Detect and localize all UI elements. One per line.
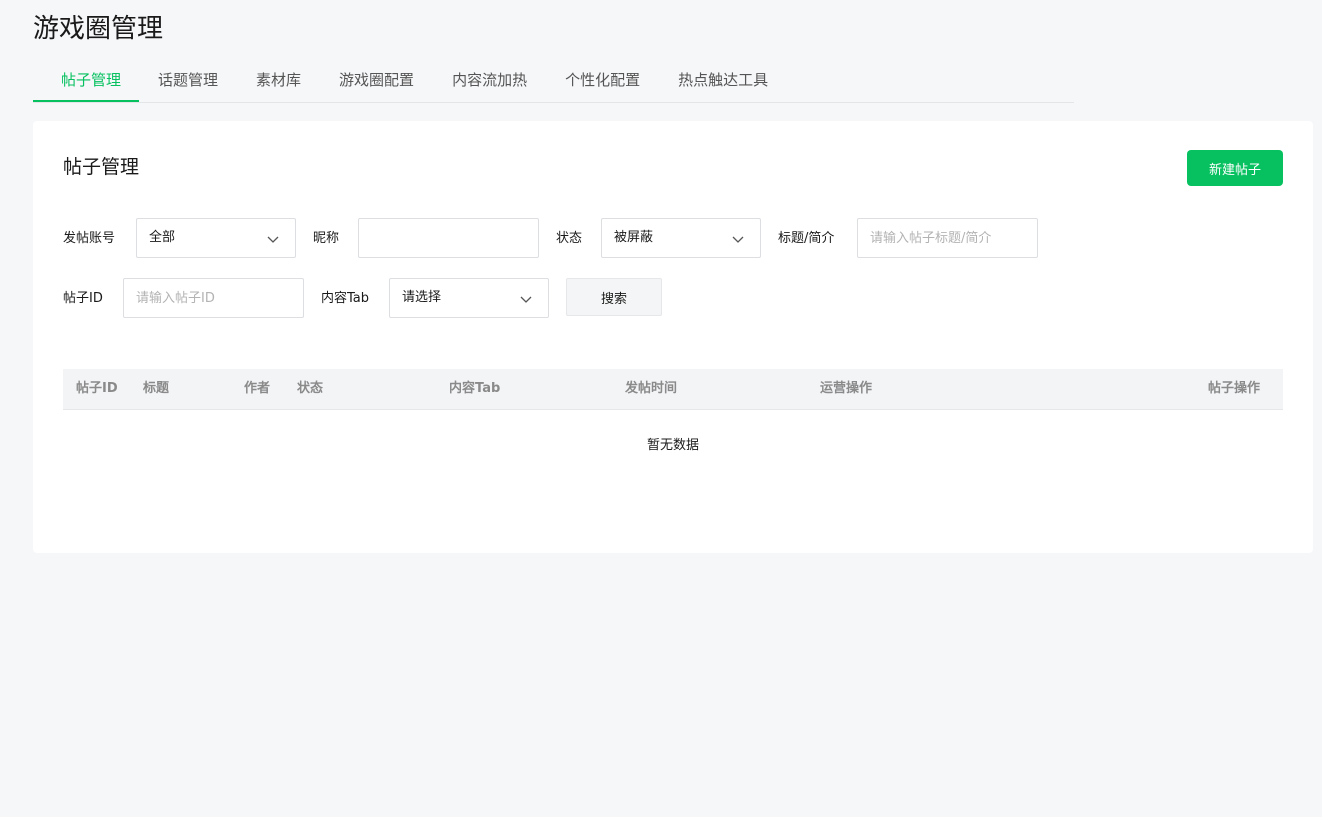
status-label: 状态 [556,231,583,246]
chevron-down-icon [732,236,744,243]
search-button[interactable]: 搜索 [566,278,662,316]
content-tab-label: 内容Tab [321,291,370,306]
column-header: 帖子ID [76,381,118,396]
content-tab-select-value: 请选择 [402,290,442,305]
post-id-field[interactable] [123,278,304,318]
tab-posts[interactable]: 帖子管理 [33,60,140,102]
title-label: 标题/简介 [778,231,835,246]
post-id-label: 帖子ID [63,291,103,306]
nickname-label: 昵称 [313,231,340,246]
post-management-card: 帖子管理 新建帖子 发帖账号 全部 昵称 状态 被屏蔽 标题/简介 帖子ID 内… [33,121,1313,553]
tab-topics[interactable]: 话题管理 [139,60,237,102]
status-select-value: 被屏蔽 [614,230,654,245]
card-title: 帖子管理 [63,156,140,178]
tab-materials[interactable]: 素材库 [237,60,320,102]
new-post-button[interactable]: 新建帖子 [1187,150,1283,186]
tab-circle-config[interactable]: 游戏圈配置 [320,60,433,102]
column-header: 状态 [297,381,324,396]
nickname-input[interactable] [359,219,538,257]
column-header: 标题 [143,381,170,396]
chevron-down-icon [267,236,279,243]
tab-feed-boost[interactable]: 内容流加热 [433,60,546,102]
title-input[interactable] [858,219,1037,257]
page-title: 游戏圈管理 [33,14,164,44]
nickname-field[interactable] [358,218,539,258]
post-id-input[interactable] [124,279,303,317]
column-header: 作者 [244,381,271,396]
column-header: 发帖时间 [625,381,678,396]
column-header: 运营操作 [820,381,873,396]
account-select[interactable]: 全部 [136,218,296,258]
status-select[interactable]: 被屏蔽 [601,218,761,258]
title-field[interactable] [857,218,1038,258]
table-header: 帖子ID 标题 作者 状态 内容Tab 发帖时间 运营操作 帖子操作 [63,369,1283,410]
tab-bar: 帖子管理 话题管理 素材库 游戏圈配置 内容流加热 个性化配置 热点触达工具 [33,60,1074,103]
column-header: 内容Tab [449,381,501,396]
empty-state-text: 暂无数据 [646,438,699,453]
chevron-down-icon [520,296,532,303]
account-label: 发帖账号 [63,231,116,246]
tab-hotspot-tool[interactable]: 热点触达工具 [659,60,787,102]
page: 游戏圈管理 帖子管理 话题管理 素材库 游戏圈配置 内容流加热 个性化配置 热点… [0,0,1322,817]
column-header: 帖子操作 [1208,381,1261,396]
tab-personalization[interactable]: 个性化配置 [546,60,659,102]
account-select-value: 全部 [149,230,176,245]
content-tab-select[interactable]: 请选择 [389,278,549,318]
